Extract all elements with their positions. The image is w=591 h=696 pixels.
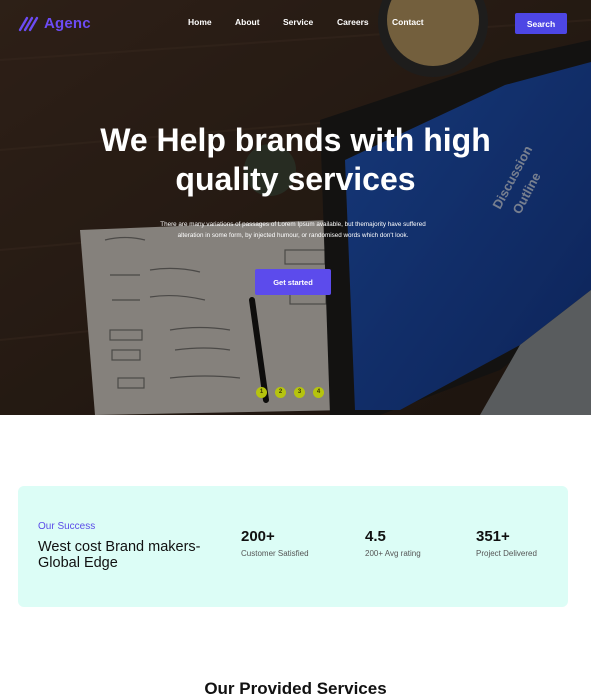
stat-rating: 4.5 200+ Avg rating [365,528,421,558]
hero-title: We Help brands with high quality service… [0,121,591,199]
nav-item-careers[interactable]: Careers [337,17,369,27]
stat-value: 200+ [241,528,275,545]
hero-description: There are many variations of passages of… [160,221,426,239]
search-button[interactable]: Search [515,13,567,34]
nav-item-about[interactable]: About [235,17,260,27]
slide-dot-3[interactable]: 3 [294,387,305,398]
hero-title-line-2: quality services [175,161,416,197]
stat-projects: 351+ Project Delivered [476,528,537,558]
stat-value: 351+ [476,528,510,545]
slide-dot-2[interactable]: 2 [275,387,286,398]
stat-label: 200+ Avg rating [365,549,421,558]
hero-section: Discussion Outline Agenc Home About Serv… [0,0,591,415]
services-section-title: Our Provided Services [204,679,387,696]
stat-label: Project Delivered [476,549,537,558]
success-stats-card: Our Success West cost Brand makers-Globa… [18,486,568,607]
slide-dot-1[interactable]: 1 [256,387,267,398]
stats-title: West cost Brand makers-Global Edge [38,539,201,571]
slider-pagination: 1 2 3 4 [256,387,324,398]
main-nav: Home About Service Careers Contact [0,17,591,29]
stat-label: Customer Satisfied [241,549,309,558]
stat-customers: 200+ Customer Satisfied [241,528,309,558]
slide-dot-4[interactable]: 4 [313,387,324,398]
nav-item-home[interactable]: Home [188,17,212,27]
get-started-button[interactable]: Get started [255,269,331,295]
stats-kicker: Our Success [38,521,96,532]
hero-title-line-1: We Help brands with high [100,122,491,158]
stat-value: 4.5 [365,528,386,545]
hero-overlay [0,0,591,415]
nav-item-contact[interactable]: Contact [392,17,424,27]
nav-item-service[interactable]: Service [283,17,313,27]
